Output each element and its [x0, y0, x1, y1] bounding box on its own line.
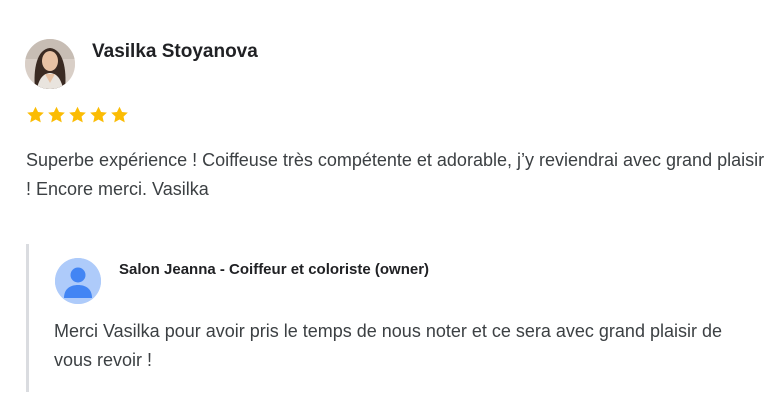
- owner-avatar: [55, 258, 101, 304]
- star-icon: [90, 106, 107, 123]
- owner-reply-text: Merci Vasilka pour avoir pris le temps d…: [54, 321, 722, 370]
- owner-name: Salon Jeanna - Coiffeur et coloriste (ow…: [119, 261, 430, 278]
- star-icon: [27, 106, 44, 123]
- reviewer-avatar[interactable]: [25, 39, 75, 89]
- star-icon: [111, 106, 128, 123]
- reviewer-photo-icon: [25, 39, 75, 89]
- review-card: Vasilka Stoyanova Superbe expérience ! C…: [0, 0, 783, 404]
- person-icon: [55, 258, 101, 304]
- review-text: Superbe expérience ! Coiffeuse très comp…: [26, 150, 765, 199]
- star-rating: [25, 104, 130, 128]
- reviewer-name[interactable]: Vasilka Stoyanova: [92, 40, 258, 64]
- owner-reply: Salon Jeanna - Coiffeur et coloriste (ow…: [26, 244, 769, 392]
- star-icon: [69, 106, 86, 123]
- star-icon: [48, 106, 65, 123]
